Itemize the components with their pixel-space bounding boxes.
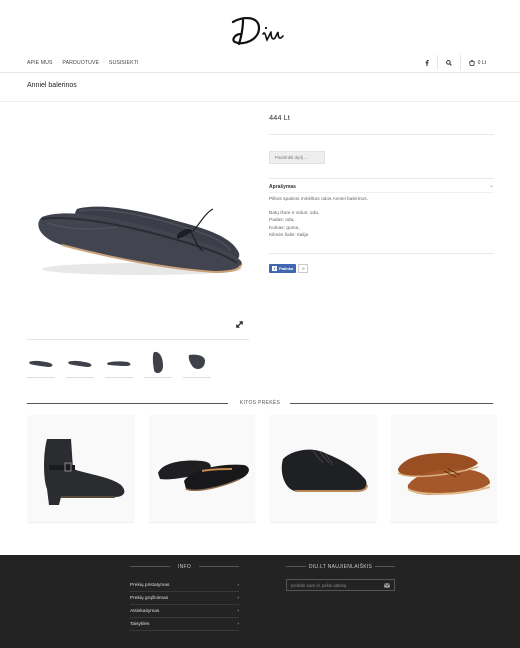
chukka-boot-image	[281, 449, 368, 492]
brogue-shoe-image	[397, 452, 491, 495]
ballerina-shoe-image	[38, 206, 242, 275]
footer-info-title: INFO	[177, 564, 192, 570]
facebook-like: f Patinka 0	[269, 264, 309, 273]
description-body: Pilkos spalvos minkštos odos Anniel bale…	[269, 196, 368, 239]
nav-about[interactable]: APIE MUS	[27, 60, 53, 66]
divider	[0, 101, 520, 102]
description-heading[interactable]: Aprašymas	[269, 184, 296, 190]
like-count: 0	[298, 264, 309, 273]
chevron-right-icon: ›	[237, 582, 239, 588]
newsletter-title: DIU.LT NAUJIENLAIŠKIS	[308, 564, 373, 570]
divider	[290, 403, 493, 404]
product-card[interactable]	[270, 415, 376, 522]
page-title: Anniel balerinos	[27, 82, 77, 89]
thumbnail[interactable]	[183, 348, 211, 378]
thumbnail[interactable]	[144, 348, 172, 378]
ankle-boot-image	[44, 438, 125, 505]
chevron-right-icon: ›	[237, 595, 239, 601]
brand-logo[interactable]	[229, 14, 291, 48]
chevron-down-icon[interactable]: ⌄	[489, 182, 494, 189]
product-price: 444 Lt	[269, 113, 290, 122]
facebook-icon: f	[272, 266, 277, 271]
nav-separator: ·	[103, 60, 105, 66]
newsletter-email-input[interactable]: Įveskite savo el. pašto adresą	[286, 579, 395, 591]
divider	[199, 566, 239, 567]
cart-icon	[468, 59, 475, 66]
footer-link-returns[interactable]: Prekių grąžinimas ›	[130, 592, 239, 605]
detail-line: Kulnas: guma,	[269, 225, 300, 231]
chevron-right-icon: ›	[237, 608, 239, 614]
header-actions: 0 Lt	[417, 55, 494, 70]
nav-shop[interactable]: PARDUOTUVĖ	[62, 60, 99, 66]
thumbnail[interactable]	[27, 348, 55, 378]
search-icon	[445, 59, 452, 66]
cart-button[interactable]: 0 Lt	[459, 55, 494, 70]
divider	[269, 253, 494, 254]
nav-contact[interactable]: SUSISIEKTI	[109, 60, 139, 66]
footer-link-label: Taisyklės	[130, 621, 150, 627]
nav-separator: ·	[56, 60, 59, 66]
divider	[0, 72, 520, 73]
detail-line: Kilmės šalis: Italija	[269, 232, 309, 238]
like-label: Patinka	[279, 266, 294, 271]
divider	[269, 192, 494, 193]
chevron-right-icon: ›	[237, 621, 239, 627]
product-card[interactable]	[28, 415, 134, 522]
footer-link-delivery[interactable]: Prekių pristatymas ›	[130, 579, 239, 592]
facebook-link[interactable]	[417, 55, 437, 70]
description-intro: Pilkos spalvos minkštos odos Anniel bale…	[269, 197, 368, 202]
detail-line: Padas: oda,	[269, 218, 295, 224]
product-main-image[interactable]	[27, 105, 249, 339]
facebook-icon	[425, 59, 429, 66]
footer-links: Prekių pristatymas › Prekių grąžinimas › A…	[130, 579, 239, 631]
cart-total: 0 Lt	[477, 59, 486, 66]
divider	[375, 566, 395, 567]
divider	[269, 178, 494, 179]
like-button[interactable]: f Patinka	[269, 264, 297, 273]
size-select[interactable]: Pasirinkti dydį ...	[269, 151, 325, 164]
main-nav: APIE MUS · PARDUOTUVĖ · SUSISIEKTI	[27, 60, 138, 66]
divider	[269, 134, 494, 135]
thumbnail-strip	[27, 348, 211, 378]
detail-line: Batų išorė ir vidus: oda,	[269, 211, 320, 217]
loafer-image	[158, 460, 249, 491]
footer-link-label: Atsiskaitymas	[130, 608, 160, 614]
envelope-icon[interactable]	[384, 582, 390, 588]
footer-link-payment[interactable]: Atsiskaitymas ›	[130, 605, 239, 618]
expand-icon[interactable]	[235, 320, 244, 329]
related-products	[28, 415, 497, 522]
thumbnail[interactable]	[66, 348, 94, 378]
footer-link-label: Prekių pristatymas	[130, 582, 170, 588]
site-footer: INFO Prekių pristatymas › Prekių grąžinim…	[0, 555, 520, 648]
product-card[interactable]	[391, 415, 497, 522]
search-button[interactable]	[436, 55, 460, 70]
product-card[interactable]	[149, 415, 255, 522]
email-placeholder: Įveskite savo el. pašto adresą	[291, 582, 347, 588]
footer-link-label: Prekių grąžinimas	[130, 595, 169, 601]
thumbnail[interactable]	[105, 348, 133, 378]
footer-link-rules[interactable]: Taisyklės ›	[130, 618, 239, 631]
